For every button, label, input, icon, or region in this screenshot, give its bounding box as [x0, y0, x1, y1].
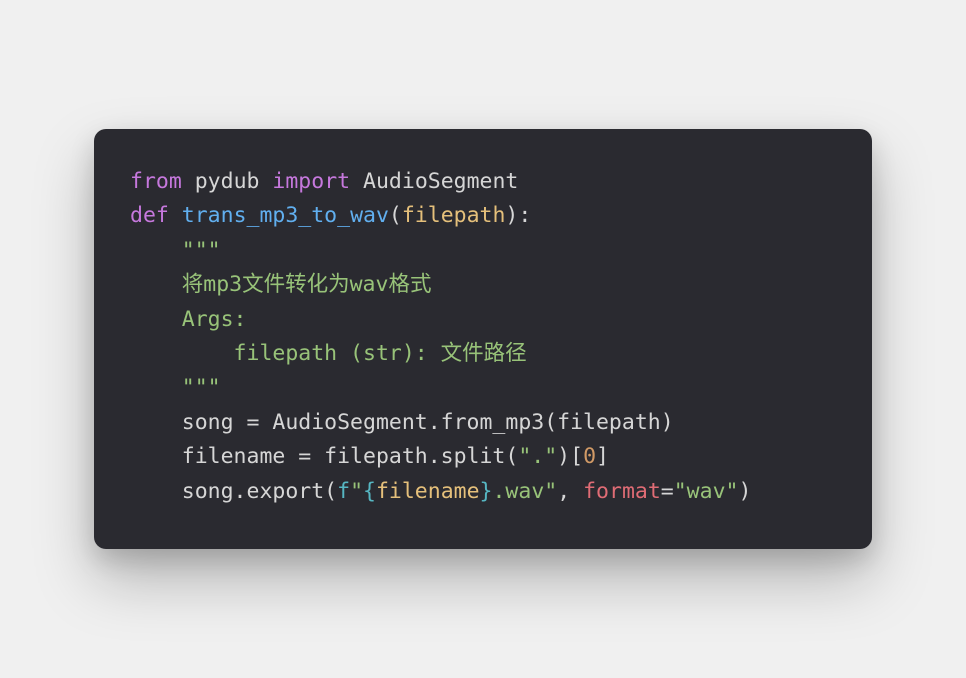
docstring-line: 将mp3文件转化为wav格式: [130, 272, 431, 297]
docstring-line: Args:: [130, 307, 247, 332]
string-wav: "wav": [674, 479, 739, 504]
keyword-from: from: [130, 169, 182, 194]
punct-close: ): [738, 479, 751, 504]
string-dot: ".": [518, 444, 557, 469]
comma-sep: ,: [557, 479, 583, 504]
punct-lparen: (: [389, 203, 402, 228]
code-card: from pydub import AudioSegment def trans…: [94, 129, 872, 549]
keyword-def: def: [130, 203, 169, 228]
docstring-close: """: [130, 375, 221, 400]
code-line-export-a: song.export(: [130, 479, 337, 504]
equals: =: [661, 479, 674, 504]
code-line-split-a: filename = filepath.split(: [130, 444, 518, 469]
module-audiosegment: AudioSegment: [363, 169, 518, 194]
code-line-assign-song: song = AudioSegment.from_mp3(filepath): [130, 410, 674, 435]
param-filepath: filepath: [402, 203, 506, 228]
code-block[interactable]: from pydub import AudioSegment def trans…: [130, 165, 836, 509]
fstring-rbrace: }: [480, 479, 493, 504]
number-zero: 0: [583, 444, 596, 469]
fstring-lbrace: {: [363, 479, 376, 504]
code-line-split-b: )[: [557, 444, 583, 469]
fstring-prefix: f: [337, 479, 350, 504]
docstring-line: filepath (str): 文件路径: [130, 341, 527, 366]
code-line-split-c: ]: [596, 444, 609, 469]
fstring-open-quote: ": [350, 479, 363, 504]
punct-rparen-colon: ):: [505, 203, 531, 228]
keyword-import: import: [272, 169, 350, 194]
docstring-open: """: [130, 238, 221, 263]
fstring-rest: .wav": [492, 479, 557, 504]
func-name: trans_mp3_to_wav: [182, 203, 389, 228]
fstring-var: filename: [376, 479, 480, 504]
kwarg-format: format: [583, 479, 661, 504]
module-pydub: pydub: [195, 169, 260, 194]
